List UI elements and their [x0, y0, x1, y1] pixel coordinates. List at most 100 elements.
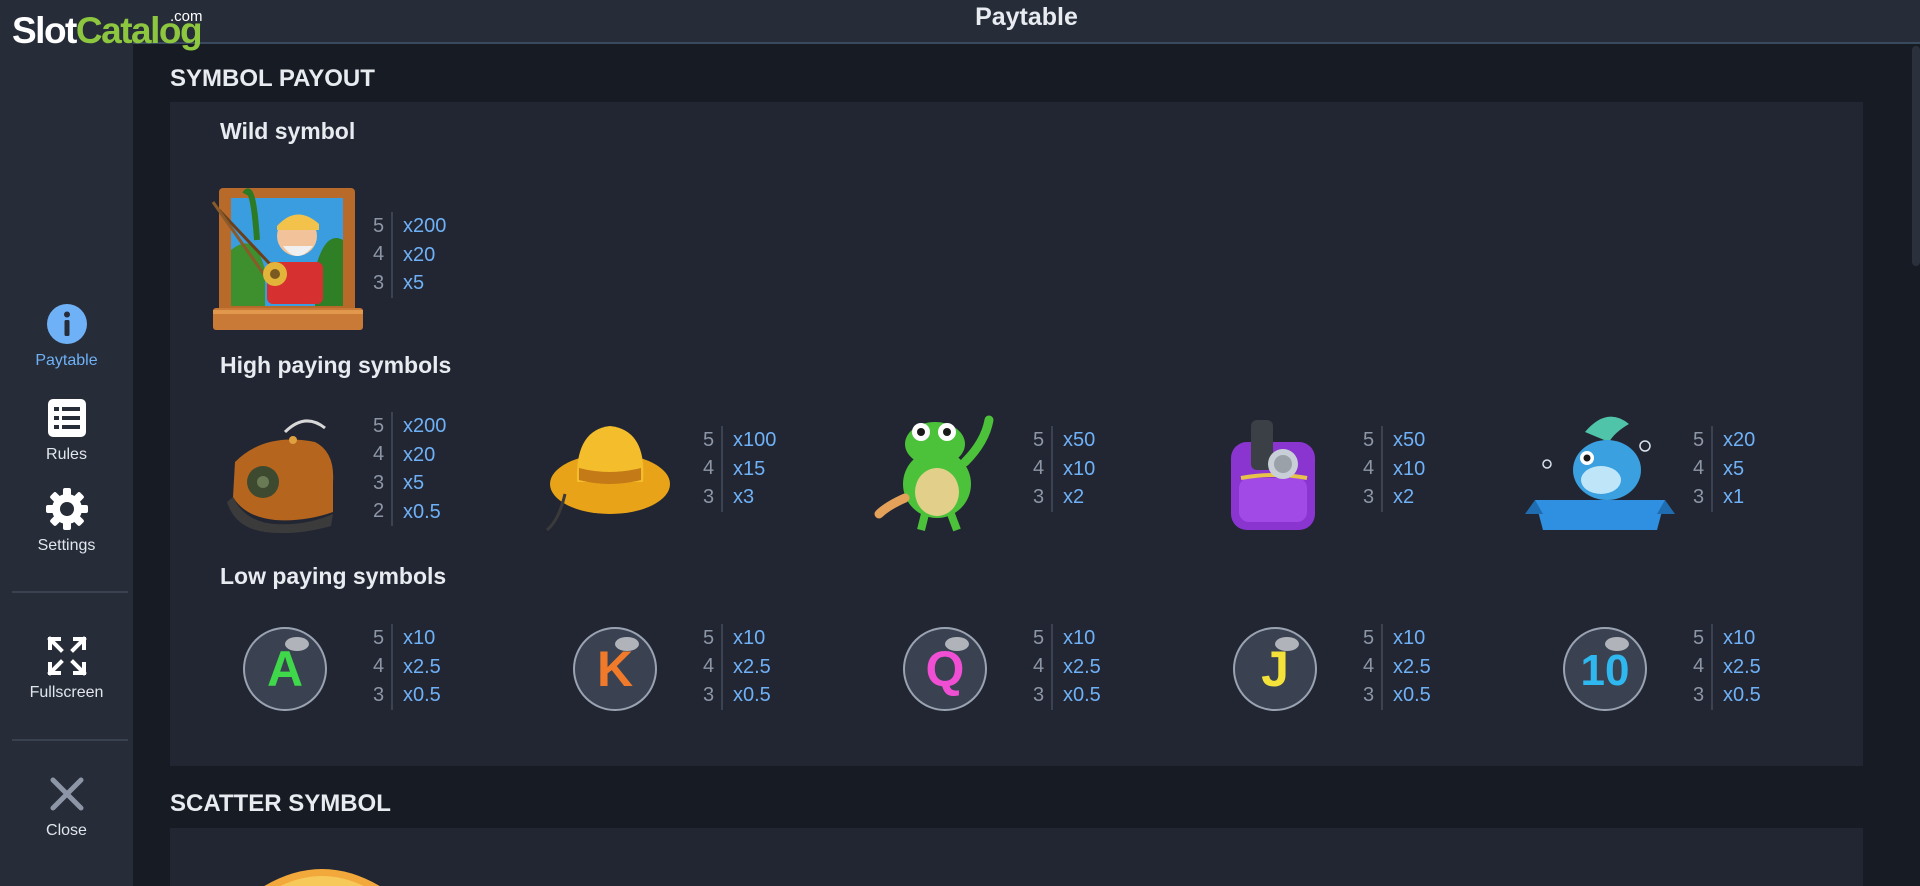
fish-symbol: 5 x20 4 x5 3 x1: [1525, 402, 1825, 542]
wild-symbol: 5 x200 4 x20 3 x5: [205, 170, 505, 340]
svg-text:10: 10: [1581, 646, 1630, 695]
svg-text:A: A: [267, 641, 303, 697]
pay-row: 4 x2.5: [373, 652, 441, 681]
scatter-icon: [264, 869, 380, 886]
low-paying-title: Low paying symbols: [220, 563, 447, 589]
pay-row: 5 x10: [373, 624, 441, 653]
nav-paytable[interactable]: Paytable: [0, 302, 133, 370]
symbol-payout-panel: Wild symbol 5 x200 4 x20 3 x5 High payin…: [170, 102, 1863, 766]
pay-row: 4 x10: [1363, 454, 1425, 483]
pay-row: 4 x2.5: [1363, 652, 1431, 681]
letter-10-symbol: 10 5 x10 4 x2.5 3 x0.5: [1525, 624, 1825, 764]
wild-paytable: 5 x200 4 x20 3 x5: [373, 212, 446, 298]
boot-symbol: 5 x200 4 x20 3 x5 2 x0.5: [205, 402, 505, 542]
pay-row: 3 x0.5: [1033, 681, 1101, 710]
pay-row: 5 x200: [373, 212, 446, 241]
nav-fullscreen[interactable]: Fullscreen: [0, 634, 133, 702]
gear-icon: [45, 488, 88, 530]
nav-close[interactable]: Close: [0, 772, 133, 840]
slotcatalog-logo: SlotCatalog .com: [12, 8, 203, 51]
letter-q-bubble-icon: Q: [903, 627, 987, 711]
high-paying-title: High paying symbols: [220, 352, 452, 378]
hat-paytable: 5 x100 4 x15 3 x3: [703, 426, 776, 512]
nav-fullscreen-label: Fullscreen: [29, 684, 104, 701]
pay-row: 3 x2: [1363, 483, 1425, 512]
pay-row: 5 x50: [1363, 426, 1425, 455]
fisherman-icon: [211, 188, 363, 330]
pay-row: 4 x2.5: [1033, 652, 1101, 681]
pay-row: 5 x10: [1693, 624, 1761, 653]
pay-row: 4 x20: [373, 440, 446, 469]
fish-icon: [1525, 416, 1675, 530]
backpack-symbol: 5 x50 4 x10 3 x2: [1195, 402, 1495, 542]
pay-row: 5 x200: [373, 412, 446, 441]
nav-divider: [12, 739, 128, 741]
letter-10-bubble-icon: 10: [1563, 627, 1647, 711]
letter-10-paytable: 5 x10 4 x2.5 3 x0.5: [1693, 624, 1761, 710]
pay-row: 5 x10: [1363, 624, 1431, 653]
fish-paytable: 5 x20 4 x5 3 x1: [1693, 426, 1755, 512]
fullscreen-icon: [46, 636, 87, 676]
pay-row: 3 x5: [373, 269, 446, 298]
letter-a-symbol: A 5 x10 4 x2.5 3 x0.5: [205, 624, 505, 764]
letter-k-symbol: K 5 x10 4 x2.5 3 x0.5: [535, 624, 835, 764]
pay-row: 5 x20: [1693, 426, 1755, 455]
info-icon: [46, 304, 87, 344]
pay-row: 3 x2: [1033, 483, 1095, 512]
close-icon: [50, 777, 83, 811]
scrollbar[interactable]: [1912, 46, 1920, 266]
frog-symbol: 5 x50 4 x10 3 x2: [865, 402, 1165, 542]
frog-paytable: 5 x50 4 x10 3 x2: [1033, 426, 1095, 512]
frog-icon: [874, 415, 994, 532]
pay-row: 5 x50: [1033, 426, 1095, 455]
paytable-content[interactable]: SYMBOL PAYOUT Wild symbol 5 x200 4 x20 3…: [133, 46, 1920, 886]
symbol-payout-heading: SYMBOL PAYOUT: [170, 65, 375, 92]
hat-symbol: 5 x100 4 x15 3 x3: [535, 402, 835, 542]
backpack-paytable: 5 x50 4 x10 3 x2: [1363, 426, 1425, 512]
svg-text:K: K: [597, 641, 633, 697]
nav-close-label: Close: [46, 822, 87, 839]
pay-row: 3 x1: [1693, 483, 1755, 512]
pay-row: 3 x0.5: [1693, 681, 1761, 710]
nav-settings[interactable]: Settings: [0, 487, 133, 555]
pay-row: 3 x0.5: [703, 681, 771, 710]
nav-rules-label: Rules: [46, 446, 87, 463]
pay-row: 5 x10: [703, 624, 771, 653]
hat-icon: [545, 426, 670, 532]
letter-k-paytable: 5 x10 4 x2.5 3 x0.5: [703, 624, 771, 710]
pay-row: 2 x0.5: [373, 497, 446, 526]
pay-row: 4 x10: [1033, 454, 1095, 483]
letter-j-bubble-icon: J: [1233, 627, 1317, 711]
header-bar: Paytable: [133, 0, 1920, 44]
pay-row: 4 x15: [703, 454, 776, 483]
nav-rules[interactable]: Rules: [0, 396, 133, 464]
backpack-icon: [1231, 420, 1315, 530]
svg-text:Q: Q: [926, 641, 965, 697]
pay-row: 4 x20: [373, 240, 446, 269]
page-title: Paytable: [975, 3, 1078, 31]
svg-text:J: J: [1261, 641, 1289, 697]
pay-row: 3 x0.5: [373, 681, 441, 710]
scatter-symbol-panel: [170, 828, 1863, 886]
letter-q-symbol: Q 5 x10 4 x2.5 3 x0.5: [865, 624, 1165, 764]
nav-divider: [12, 591, 128, 593]
sidebar: SlotCatalog .com Paytable Rules Settings…: [0, 0, 203, 886]
boot-icon: [227, 419, 334, 534]
nav-paytable-label: Paytable: [35, 352, 98, 369]
pay-row: 4 x2.5: [703, 652, 771, 681]
nav-settings-label: Settings: [37, 537, 96, 554]
pay-row: 4 x5: [1693, 454, 1755, 483]
scatter-symbol-heading: SCATTER SYMBOL: [170, 790, 391, 817]
boot-paytable: 5 x200 4 x20 3 x5 2 x0.5: [373, 412, 446, 526]
letter-a-bubble-icon: A: [243, 627, 327, 711]
list-icon: [47, 399, 86, 437]
pay-row: 4 x2.5: [1693, 652, 1761, 681]
letter-j-symbol: J 5 x10 4 x2.5 3 x0.5: [1195, 624, 1495, 764]
letter-k-bubble-icon: K: [573, 627, 657, 711]
pay-row: 3 x3: [703, 483, 776, 512]
letter-q-paytable: 5 x10 4 x2.5 3 x0.5: [1033, 624, 1101, 710]
pay-row: 5 x10: [1033, 624, 1101, 653]
letter-a-paytable: 5 x10 4 x2.5 3 x0.5: [373, 624, 441, 710]
letter-j-paytable: 5 x10 4 x2.5 3 x0.5: [1363, 624, 1431, 710]
pay-row: 3 x5: [373, 469, 446, 498]
